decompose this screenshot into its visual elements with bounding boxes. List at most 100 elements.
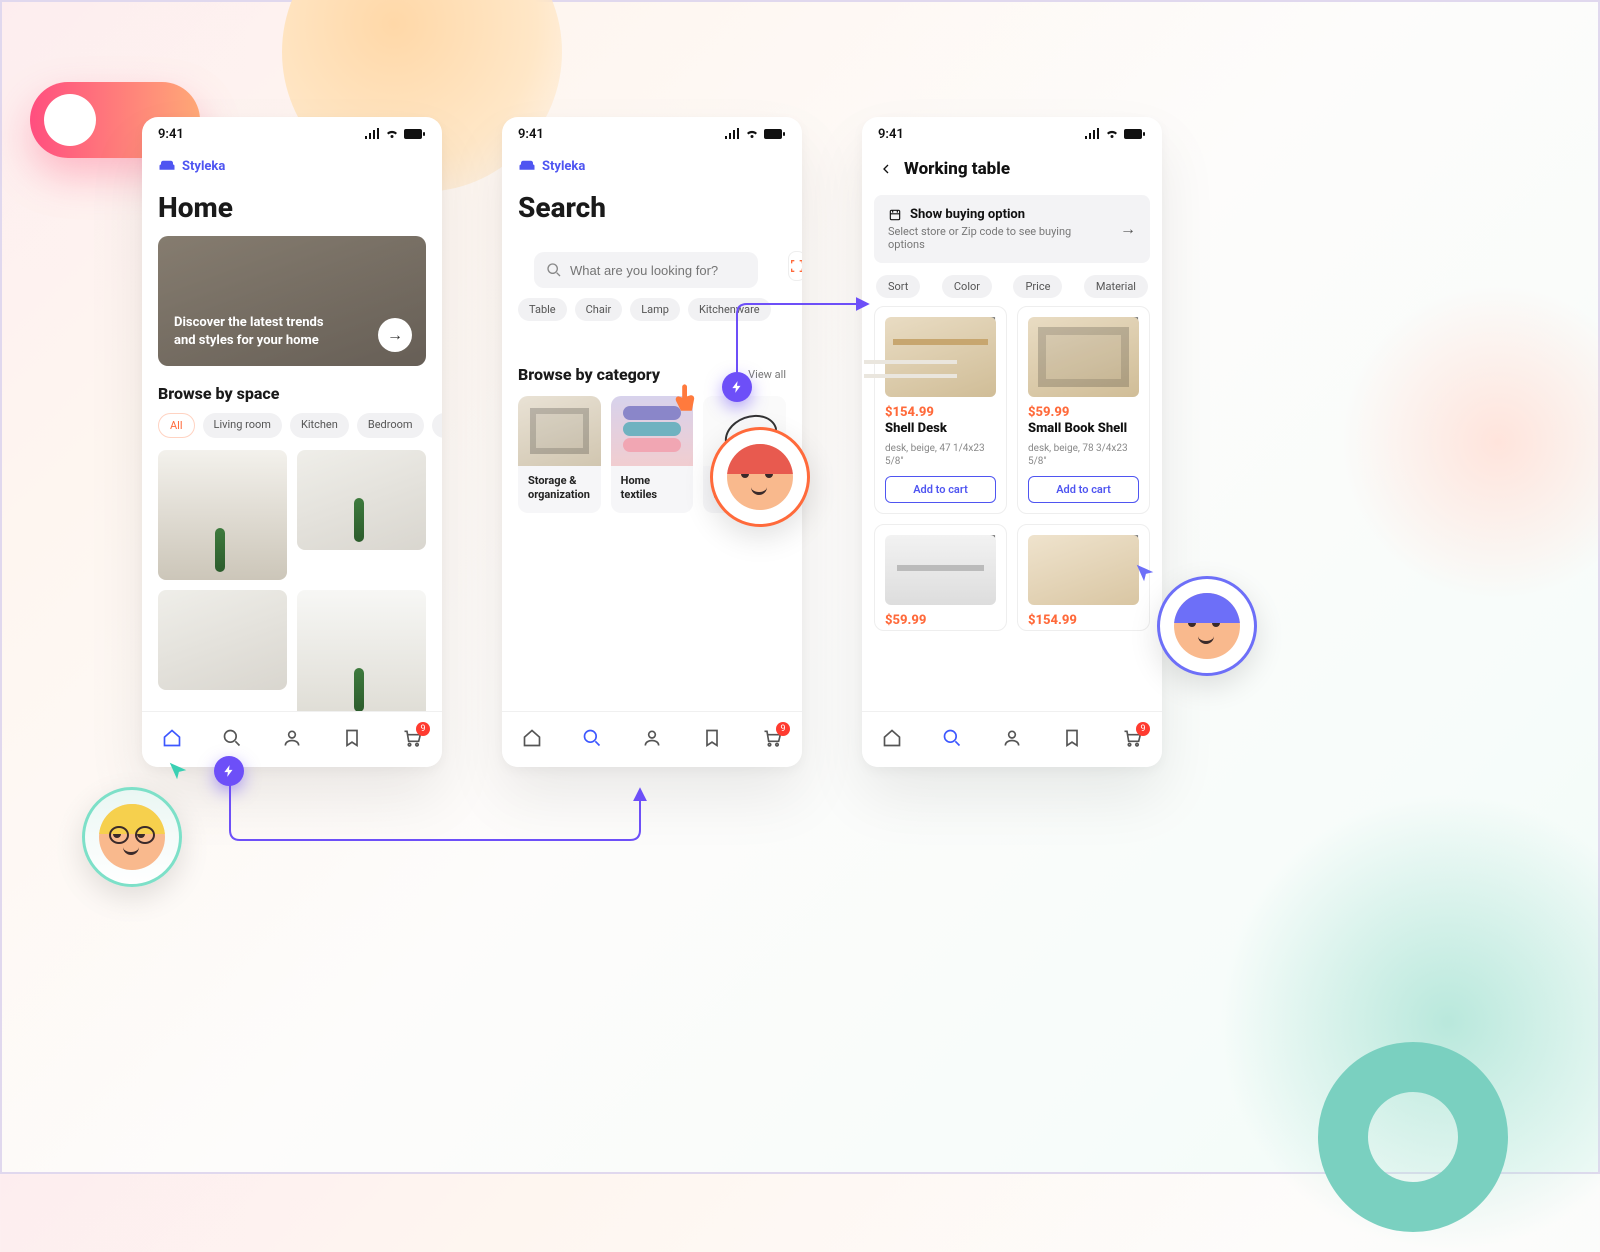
add-to-cart-button[interactable]: Add to cart (885, 476, 996, 503)
battery-icon (1124, 128, 1146, 140)
bottom-nav: 9 (142, 711, 442, 767)
status-icons (1084, 128, 1146, 140)
hero-text: Discover the latest trends and styles fo… (174, 314, 334, 350)
chip-kitchen[interactable]: Kitchen (290, 413, 349, 438)
page-title: Working table (904, 159, 1010, 179)
scan-button[interactable] (788, 251, 802, 281)
nav-home[interactable] (522, 728, 542, 752)
battery-icon (404, 128, 426, 140)
chip-bedroom[interactable]: Bedroom (357, 413, 424, 438)
product-card[interactable]: $59.99 Small Book Shell desk, beige, 78 … (1017, 306, 1150, 514)
persona-avatar (1157, 576, 1257, 676)
product-card[interactable]: $59.99 (874, 524, 1007, 631)
cart-badge: 9 (416, 722, 430, 736)
wifi-icon (1104, 128, 1120, 140)
chip-lamp[interactable]: Lamp (630, 298, 680, 321)
sofa-icon (518, 157, 536, 175)
product-card[interactable]: $154.99 (1017, 524, 1150, 631)
gallery-tile[interactable] (158, 590, 287, 690)
nav-search[interactable] (942, 728, 962, 752)
page-title: Search (502, 181, 802, 236)
chip-table[interactable]: Table (518, 298, 567, 321)
filter-sort[interactable]: Sort (876, 275, 920, 298)
product-image (885, 317, 996, 397)
signal-icon (724, 128, 740, 140)
nav-search[interactable] (582, 728, 602, 752)
chip-living-room[interactable]: Living room (203, 413, 282, 438)
product-name: Small Book Shell (1028, 421, 1139, 436)
tap-hand-icon (672, 382, 702, 422)
buying-option[interactable]: Show buying option Select store or Zip c… (874, 195, 1150, 263)
status-bar: 9:41 (502, 117, 802, 151)
bottom-nav: 9 (862, 711, 1162, 767)
nav-cart[interactable]: 9 (1122, 728, 1142, 752)
brand-name: Styleka (182, 159, 225, 174)
status-time: 9:41 (518, 127, 544, 142)
nav-cart[interactable]: 9 (762, 728, 782, 752)
category-label: Storage & organization (518, 474, 601, 503)
persona-avatar (82, 787, 182, 887)
chip-all[interactable]: All (158, 413, 195, 438)
hero-banner[interactable]: Discover the latest trends and styles fo… (158, 236, 426, 366)
chip-bathroom[interactable]: Bathroom (432, 413, 442, 438)
nav-cart[interactable]: 9 (402, 728, 422, 752)
status-time: 9:41 (158, 127, 184, 142)
product-desc: desk, beige, 78 3/4x23 5/8" (1028, 442, 1139, 468)
chip-kitchenware[interactable]: Kitchenware (688, 298, 771, 321)
product-image (885, 535, 996, 605)
search-input-wrap[interactable] (534, 252, 758, 288)
nav-bookmarks[interactable] (342, 728, 362, 752)
view-all-link[interactable]: View all (748, 368, 786, 381)
bg-blob-pink (1338, 282, 1600, 602)
category-image (518, 396, 601, 466)
sofa-icon (158, 157, 176, 175)
product-desc: desk, beige, 47 1/4x23 5/8" (885, 442, 996, 468)
cursor-icon (1134, 562, 1156, 584)
status-bar: 9:41 (862, 117, 1162, 151)
brand: Styleka (502, 151, 802, 181)
scan-icon (789, 258, 802, 274)
filter-price[interactable]: Price (1013, 275, 1062, 298)
nav-home[interactable] (162, 728, 182, 752)
battery-icon (764, 128, 786, 140)
hero-arrow[interactable]: → (378, 318, 412, 352)
section-label: Browse by space (142, 366, 442, 413)
arrow-right-icon: → (1120, 219, 1136, 239)
nav-profile[interactable] (642, 728, 662, 752)
gallery-tile[interactable] (297, 450, 426, 550)
product-image (1028, 317, 1139, 397)
brand: Styleka (142, 151, 442, 181)
nav-profile[interactable] (1002, 728, 1022, 752)
nav-bookmarks[interactable] (1062, 728, 1082, 752)
bg-donut (1318, 1042, 1508, 1232)
status-bar: 9:41 (142, 117, 442, 151)
bottom-nav: 9 (502, 711, 802, 767)
chip-chair[interactable]: Chair (575, 298, 623, 321)
filter-color[interactable]: Color (942, 275, 992, 298)
gallery-tile[interactable] (297, 590, 426, 711)
filter-material[interactable]: Material (1084, 275, 1148, 298)
add-to-cart-button[interactable]: Add to cart (1028, 476, 1139, 503)
nav-search[interactable] (222, 728, 242, 752)
signal-icon (1084, 128, 1100, 140)
phone-results: 9:41 Working table Show buying option Se… (862, 117, 1162, 767)
gallery (142, 438, 442, 711)
gallery-tile[interactable] (158, 450, 287, 580)
status-time: 9:41 (878, 127, 904, 142)
nav-home[interactable] (882, 728, 902, 752)
back-icon[interactable] (878, 161, 894, 177)
nav-bookmarks[interactable] (702, 728, 722, 752)
wifi-icon (384, 128, 400, 140)
product-image (1028, 535, 1139, 605)
buying-subtitle: Select store or Zip code to see buying o… (888, 225, 1110, 251)
nav-profile[interactable] (282, 728, 302, 752)
search-icon (546, 262, 562, 278)
category-storage[interactable]: Storage & organization (518, 396, 601, 513)
cart-badge: 9 (776, 722, 790, 736)
search-input[interactable] (570, 263, 746, 278)
phone-home: 9:41 Styleka Home Discover the latest tr… (142, 117, 442, 767)
cart-badge: 9 (1136, 722, 1150, 736)
signal-icon (364, 128, 380, 140)
cursor-icon (167, 760, 189, 782)
product-card[interactable]: $154.99 Shell Desk desk, beige, 47 1/4x2… (874, 306, 1007, 514)
